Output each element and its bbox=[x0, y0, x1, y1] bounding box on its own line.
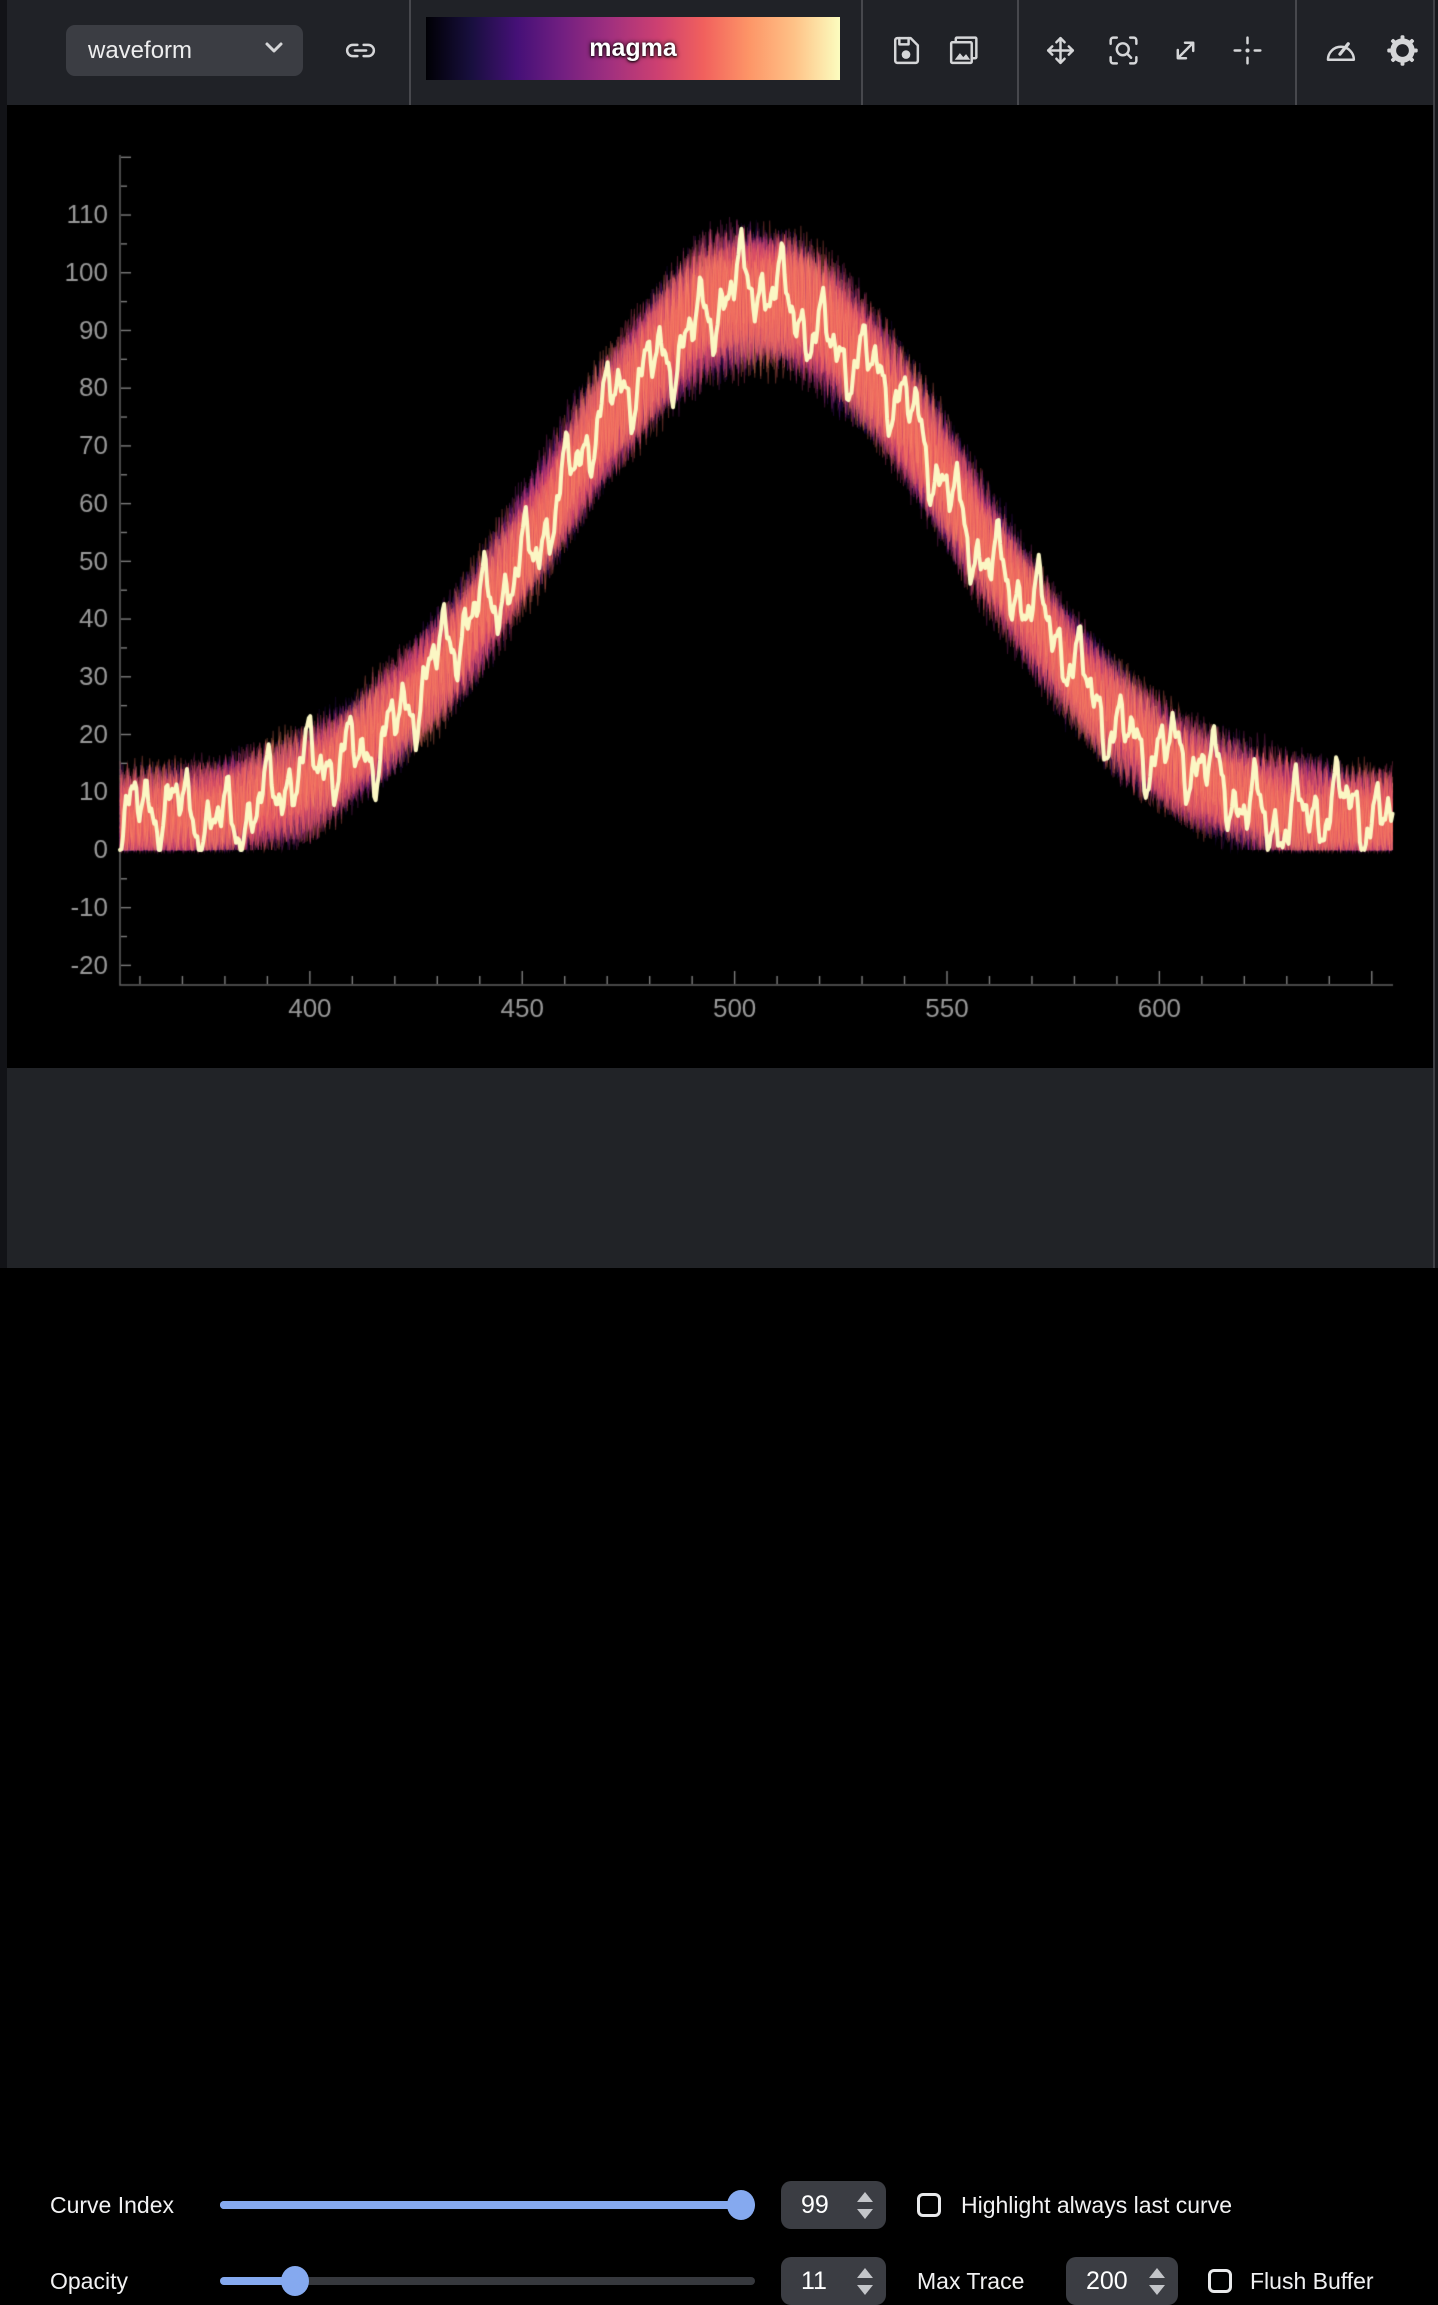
highlight-last-label: Highlight always last curve bbox=[961, 2192, 1232, 2219]
waveform-plot[interactable] bbox=[0, 105, 1438, 1068]
image-stack-icon bbox=[945, 56, 982, 73]
colormap-selector[interactable]: magma bbox=[426, 17, 840, 80]
curve-index-slider[interactable] bbox=[220, 2201, 755, 2209]
flush-buffer-checkbox[interactable] bbox=[1208, 2269, 1232, 2293]
gauge-icon bbox=[1322, 56, 1359, 73]
toolbar-separator bbox=[1295, 0, 1297, 105]
expand-diagonal-icon bbox=[1167, 56, 1204, 73]
curve-index-slider-handle[interactable] bbox=[727, 2190, 755, 2220]
max-trace-label: Max Trace bbox=[917, 2268, 1024, 2295]
spin-up-icon[interactable] bbox=[857, 2268, 873, 2278]
spinner-arrows[interactable] bbox=[857, 2181, 873, 2229]
spin-down-icon[interactable] bbox=[857, 2285, 873, 2295]
highlight-last-checkbox[interactable] bbox=[917, 2193, 941, 2217]
autoscale-button[interactable] bbox=[1167, 32, 1204, 69]
performance-button[interactable] bbox=[1322, 32, 1359, 69]
spin-down-icon[interactable] bbox=[1149, 2285, 1165, 2295]
curve-index-label: Curve Index bbox=[50, 2192, 174, 2219]
save-icon bbox=[887, 56, 924, 73]
toolbar: waveform magma bbox=[0, 0, 1438, 105]
toolbar-separator bbox=[409, 0, 411, 105]
settings-button[interactable] bbox=[1384, 32, 1421, 69]
opacity-label: Opacity bbox=[50, 2268, 128, 2295]
max-trace-spinbox[interactable]: 200 bbox=[1066, 2257, 1178, 2305]
opacity-slider[interactable] bbox=[220, 2277, 755, 2285]
spinner-arrows[interactable] bbox=[1149, 2257, 1165, 2305]
spin-up-icon[interactable] bbox=[857, 2192, 873, 2202]
crosshair-button[interactable] bbox=[1229, 32, 1266, 69]
flush-buffer-label: Flush Buffer bbox=[1250, 2268, 1374, 2295]
spin-down-icon[interactable] bbox=[857, 2209, 873, 2219]
window-edge-right bbox=[1433, 0, 1438, 1268]
dataset-select[interactable]: waveform bbox=[66, 25, 303, 76]
window-edge-left bbox=[0, 0, 7, 1268]
toolbar-separator bbox=[1017, 0, 1019, 105]
control-panel: Curve Index 99 Highlight always last cur… bbox=[0, 1068, 1438, 1268]
save-button[interactable] bbox=[887, 32, 924, 69]
pan-button[interactable] bbox=[1042, 32, 1079, 69]
move-arrows-icon bbox=[1042, 56, 1079, 73]
spinner-arrows[interactable] bbox=[857, 2257, 873, 2305]
opacity-slider-handle[interactable] bbox=[281, 2266, 309, 2296]
curve-index-value: 99 bbox=[801, 2191, 829, 2220]
curve-index-spinbox[interactable]: 99 bbox=[781, 2181, 886, 2229]
gear-icon bbox=[1384, 56, 1421, 73]
toolbar-separator bbox=[861, 0, 863, 105]
dataset-select-value: waveform bbox=[88, 37, 192, 65]
zoom-region-button[interactable] bbox=[1105, 32, 1142, 69]
spin-up-icon[interactable] bbox=[1149, 2268, 1165, 2278]
opacity-spinbox[interactable]: 11 bbox=[781, 2257, 886, 2305]
colormap-label: magma bbox=[589, 34, 677, 63]
max-trace-value: 200 bbox=[1086, 2267, 1128, 2296]
link-icon bbox=[342, 56, 379, 73]
link-button[interactable] bbox=[342, 32, 379, 69]
opacity-value: 11 bbox=[801, 2267, 827, 2296]
magnifier-frame-icon bbox=[1105, 56, 1142, 73]
export-image-button[interactable] bbox=[945, 32, 982, 69]
crosshair-icon bbox=[1229, 56, 1266, 73]
chevron-down-icon bbox=[261, 34, 287, 67]
